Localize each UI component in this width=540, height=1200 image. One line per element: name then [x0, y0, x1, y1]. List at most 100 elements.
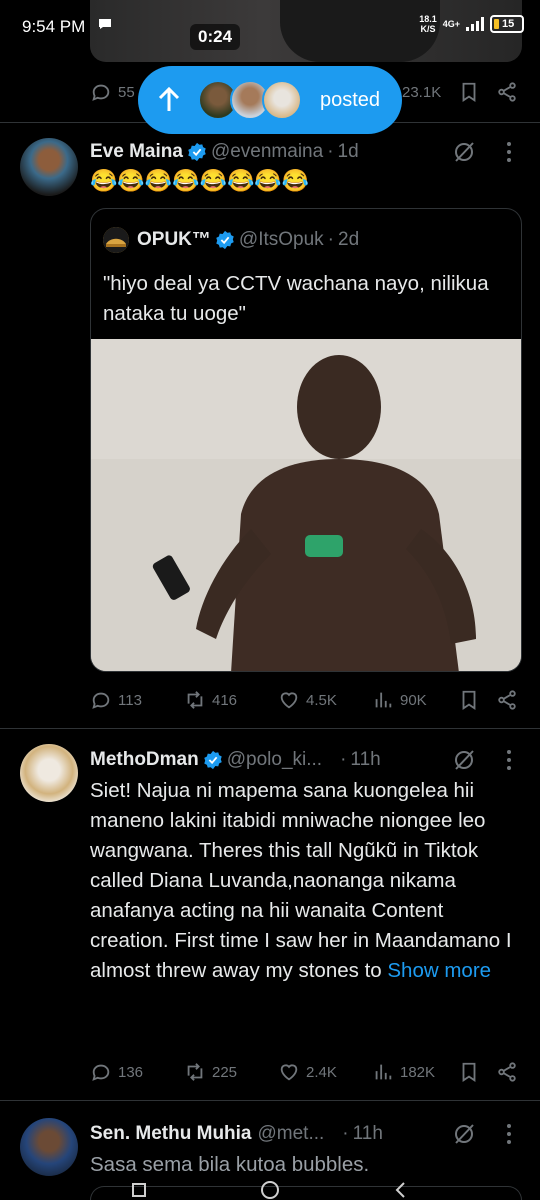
home-icon[interactable] — [259, 1179, 281, 1200]
share-icon — [498, 82, 516, 102]
tweet-text: Sasa sema bila kutoa bubbles. — [90, 1153, 370, 1176]
net-speed-value: 18.1 — [419, 14, 437, 24]
tweet-header: MethoDman @polo_ki... · 11h — [90, 749, 381, 771]
tweet-body: Siet! Najua ni mapema sana kuongelea hii… — [90, 779, 512, 982]
avatar[interactable] — [20, 744, 78, 802]
tweet-actions: 113 416 4.5K 90K — [90, 686, 522, 714]
verified-badge-icon — [188, 142, 206, 162]
share-button[interactable] — [496, 689, 518, 711]
views-button[interactable]: 182K — [372, 1061, 435, 1083]
bookmark-button[interactable] — [458, 1061, 480, 1083]
author-name[interactable]: MethoDman — [90, 749, 199, 771]
tweet-header: Sen. Methu Muhia @met... · 11h — [90, 1123, 383, 1145]
system-navigation-bar — [0, 1180, 540, 1200]
tweet-actions: 136 225 2.4K 182K — [90, 1058, 522, 1086]
bookmark-icon — [462, 82, 476, 102]
retweet-count: 225 — [212, 1063, 238, 1081]
message-notification-icon — [99, 19, 111, 29]
bookmark-button[interactable] — [458, 81, 480, 103]
show-more-link[interactable]: Show more — [387, 959, 491, 982]
analytics-icon — [375, 692, 392, 708]
analytics-icon — [375, 1064, 392, 1080]
battery-icon: 15 — [490, 15, 524, 33]
more-options-icon[interactable] — [506, 1123, 512, 1145]
more-options-icon[interactable] — [506, 141, 512, 163]
quote-image[interactable] — [91, 339, 521, 671]
author-handle[interactable]: @met... — [258, 1123, 325, 1145]
network-speed: 18.1 K/S — [419, 14, 437, 34]
retweet-icon — [187, 691, 203, 709]
bookmark-icon — [462, 690, 476, 710]
heart-icon — [280, 1064, 298, 1081]
quote-header: OPUK™ @ItsOpuk · 2d — [103, 227, 359, 253]
tweet-header: Eve Maina @evenmaina · 1d — [90, 141, 359, 163]
net-speed-unit: K/S — [420, 24, 436, 34]
divider — [0, 728, 540, 729]
reply-icon — [92, 1064, 110, 1081]
bookmark-icon — [462, 1062, 476, 1082]
like-button[interactable]: 2.4K — [278, 1061, 337, 1083]
reply-icon — [92, 692, 110, 709]
quote-author-handle: @ItsOpuk — [238, 229, 324, 250]
share-icon — [498, 690, 516, 710]
reply-button[interactable]: 113 — [90, 689, 142, 711]
quoted-tweet[interactable]: OPUK™ @ItsOpuk · 2d "hiyo deal ya CCTV w… — [90, 208, 522, 672]
author-name[interactable]: Sen. Methu Muhia — [90, 1123, 252, 1145]
views-button[interactable]: 23.1K — [402, 84, 441, 101]
network-type-label: 4G+ — [442, 19, 460, 29]
divider — [0, 1100, 540, 1101]
view-count: 90K — [400, 691, 427, 709]
like-button[interactable]: 4.5K — [278, 689, 337, 711]
tweet-time: 11h — [350, 749, 381, 770]
retweet-button[interactable]: 416 — [184, 689, 237, 711]
verified-badge-icon — [216, 230, 234, 250]
view-count: 23.1K — [402, 83, 442, 101]
signal-icon — [466, 17, 484, 31]
like-count: 4.5K — [306, 691, 337, 709]
grok-icon[interactable] — [452, 748, 476, 772]
like-count: 2.4K — [306, 1063, 337, 1081]
status-bar: 9:54 PM 18.1 K/S 4G+ 15 — [0, 0, 540, 56]
tweet-text: 😂😂😂😂😂😂😂😂 — [90, 168, 310, 193]
avatar[interactable] — [20, 138, 78, 196]
share-icon — [498, 1062, 516, 1082]
view-count: 182K — [400, 1063, 436, 1081]
author-handle[interactable]: @polo_ki... — [227, 749, 322, 771]
network-type: 4G+ — [443, 19, 460, 29]
grok-icon[interactable] — [452, 140, 476, 164]
verified-badge-icon — [204, 750, 222, 770]
status-time: 9:54 PM — [22, 17, 86, 36]
reply-button[interactable]: 55 — [90, 81, 135, 103]
avatar[interactable] — [20, 1118, 78, 1176]
share-button[interactable] — [496, 1061, 518, 1083]
reply-count: 55 — [118, 83, 135, 101]
views-button[interactable]: 90K — [372, 689, 427, 711]
new-posts-pill[interactable]: posted — [138, 66, 402, 134]
author-name[interactable]: Eve Maina — [90, 141, 183, 163]
bookmark-button[interactable] — [458, 689, 480, 711]
more-options-icon[interactable] — [506, 749, 512, 771]
back-icon[interactable] — [391, 1180, 411, 1200]
posted-avatars — [198, 80, 302, 120]
author-handle[interactable]: @evenmaina — [211, 141, 323, 163]
reply-button[interactable]: 136 — [90, 1061, 143, 1083]
heart-icon — [280, 692, 298, 709]
arrow-up-icon — [158, 86, 180, 111]
avatar — [103, 227, 129, 253]
tweet-time: 11h — [352, 1123, 383, 1144]
reply-count: 136 — [118, 1063, 144, 1081]
retweet-icon — [187, 1063, 203, 1081]
reply-count: 113 — [118, 691, 142, 709]
retweet-button[interactable]: 225 — [184, 1061, 237, 1083]
reply-icon — [92, 84, 110, 101]
recents-icon[interactable] — [129, 1180, 149, 1200]
tweet-time: 1d — [337, 141, 359, 162]
tweet-text: Siet! Najua ni mapema sana kuongelea hii… — [90, 776, 520, 986]
quote-text: "hiyo deal ya CCTV wachana nayo, nilikua… — [103, 272, 489, 325]
grok-icon[interactable] — [452, 1122, 476, 1146]
battery-level: 15 — [502, 18, 515, 30]
retweet-count: 416 — [212, 691, 238, 709]
posted-label: posted — [320, 88, 381, 111]
avatar — [262, 80, 302, 120]
share-button[interactable] — [496, 81, 518, 103]
